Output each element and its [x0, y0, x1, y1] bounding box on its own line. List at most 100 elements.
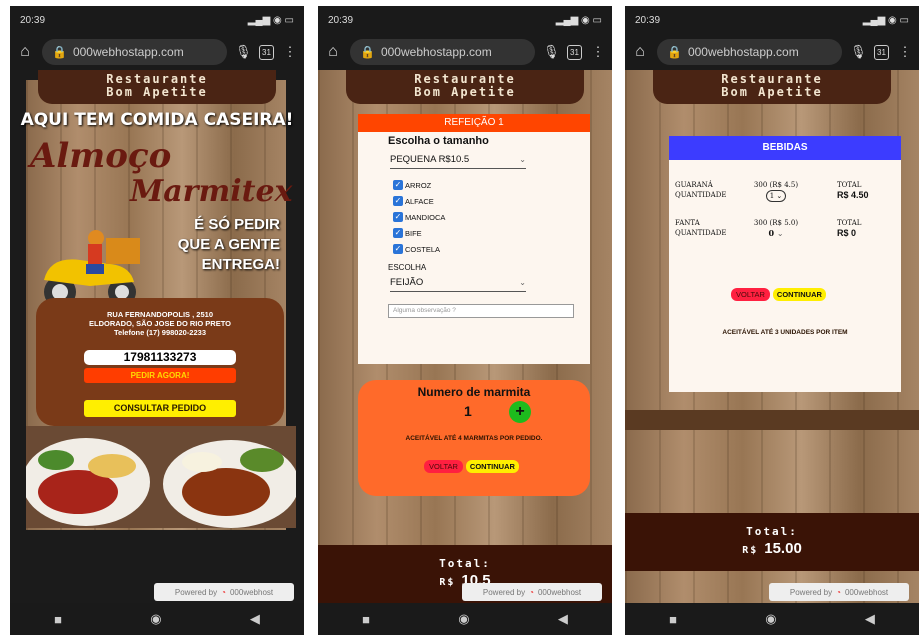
choice-value: FEIJÃO: [390, 277, 424, 288]
signal-icons: ▂▄▆ ◉ ▭: [555, 14, 602, 26]
address-bar[interactable]: 🔒 000webhostapp.com: [42, 39, 227, 65]
menu-icon[interactable]: ⋮: [590, 44, 606, 60]
address-line1: RUA FERNANDOPOLIS , 2510: [107, 310, 213, 319]
address-bar[interactable]: 🔒 000webhostapp.com: [350, 39, 535, 65]
address-block: RUA FERNANDOPOLIS , 2510 ELDORADO, SÃO J…: [36, 298, 284, 337]
plus-button[interactable]: +: [509, 401, 531, 423]
option-label: ARROZ: [405, 180, 432, 190]
continue-button[interactable]: CONTINUAR: [465, 460, 519, 473]
home-circle-icon[interactable]: ◉: [765, 611, 776, 627]
total-label: TOTAL: [837, 219, 862, 227]
option-label: COSTELA: [405, 244, 441, 254]
recents-icon[interactable]: ■: [362, 612, 370, 627]
phone-number-input[interactable]: 17981133273: [84, 350, 236, 365]
consult-order-button[interactable]: CONSULTAR PEDIDO: [84, 400, 236, 417]
webhost-logo-icon: ◔: [221, 587, 226, 597]
slogan-line3: ENTREGA!: [201, 256, 280, 273]
total-value: 15.00: [764, 540, 802, 557]
back-icon[interactable]: ◀: [558, 611, 568, 627]
powered-brand: 000webhost: [229, 587, 274, 597]
restaurant-title: Restaurante Bom Apetite: [346, 70, 584, 104]
quantity-select[interactable]: 1 ⌄: [765, 190, 787, 202]
tabs-icon[interactable]: 31: [567, 44, 582, 60]
drink-total-cell: TOTAL R$ 0: [837, 218, 861, 238]
option-checkbox[interactable]: ✓ COSTELA: [358, 241, 590, 257]
microphone-icon[interactable]: 🎙: [850, 44, 867, 60]
script-marmitex: Marmitex: [130, 174, 293, 209]
back-icon[interactable]: ◀: [865, 611, 875, 627]
drink-total: R$ 4.50: [837, 190, 869, 200]
menu-icon[interactable]: ⋮: [897, 44, 913, 60]
meal-header: REFEIÇÃO 1: [358, 114, 590, 132]
phone-screen-meal: 20:39 ▂▄▆ ◉ ▭ ⌂ 🔒 000webhostapp.com 🎙 31…: [318, 6, 612, 635]
home-circle-icon[interactable]: ◉: [150, 611, 161, 627]
home-icon[interactable]: ⌂: [631, 43, 649, 61]
tabs-icon[interactable]: 31: [259, 44, 274, 60]
total-bar: Total: R$ 15.00: [625, 513, 919, 571]
observation-input[interactable]: Alguma observação ?: [388, 304, 574, 318]
menu-icon[interactable]: ⋮: [282, 44, 298, 60]
back-icon[interactable]: ◀: [250, 611, 260, 627]
option-checkbox[interactable]: ✓ ALFACE: [358, 193, 590, 209]
home-icon[interactable]: ⌂: [324, 43, 342, 61]
powered-by-badge[interactable]: Powered by ◔ 000webhost: [462, 583, 602, 601]
total-label: Total:: [746, 525, 798, 538]
wood-shelf: [625, 410, 919, 430]
drink-row-guarana: GUARANÁ QUANTIDADE 300 (R$ 4.5) 1 ⌄ TOTAL R…: [669, 180, 901, 204]
status-bar: 20:39 ▂▄▆ ◉ ▭: [10, 6, 304, 34]
back-button[interactable]: VOLTAR: [731, 288, 770, 301]
checkbox-checked-icon: ✓: [393, 180, 403, 190]
option-label: ALFACE: [405, 196, 434, 206]
powered-by-badge[interactable]: Powered by ◔ 000webhost: [769, 583, 909, 601]
browser-toolbar: ⌂ 🔒 000webhostapp.com 🎙 31 ⋮: [10, 34, 304, 70]
quantity-select[interactable]: 0 ⌄: [768, 228, 783, 238]
currency-label: R$: [742, 545, 759, 556]
phone-line: Telefone (17) 998020-2233: [114, 328, 206, 337]
android-nav-bar: ■ ◉ ◀: [10, 603, 304, 635]
browser-toolbar: ⌂ 🔒 000webhostapp.com 🎙 31 ⋮: [318, 34, 612, 70]
drinks-header: BEBIDAS: [669, 136, 901, 160]
continue-button[interactable]: CONTINUAR: [772, 288, 826, 301]
drink-price: 300 (R$ 4.5): [753, 181, 799, 189]
checkbox-checked-icon: ✓: [393, 228, 403, 238]
option-checkbox[interactable]: ✓ ARROZ: [358, 177, 590, 193]
home-icon[interactable]: ⌂: [16, 43, 34, 61]
currency-label: R$: [439, 577, 456, 588]
order-now-button[interactable]: PEDIR AGORA!: [84, 368, 236, 383]
drink-total: R$ 0: [837, 228, 857, 238]
url-text: 000webhostapp.com: [687, 45, 799, 59]
address-bar[interactable]: 🔒 000webhostapp.com: [657, 39, 842, 65]
powered-brand: 000webhost: [844, 587, 889, 597]
option-checkbox[interactable]: ✓ BIFE: [358, 225, 590, 241]
chevron-down-icon: ⌄: [519, 278, 526, 287]
slogan: É SÓ PEDIR QUE A GENTE ENTREGA!: [150, 215, 280, 275]
page-content: Restaurante Bom Apetite AQUI TEM COMIDA …: [10, 70, 304, 603]
microphone-icon[interactable]: 🎙: [235, 44, 252, 60]
option-checkbox[interactable]: ✓ MANDIOCA: [358, 209, 590, 225]
quantity-row: 1 +: [358, 400, 590, 424]
powered-by-badge[interactable]: Powered by ◔ 000webhost: [154, 583, 294, 601]
action-buttons: VOLTAR CONTINUAR: [424, 460, 519, 473]
recents-icon[interactable]: ■: [54, 612, 62, 627]
back-button[interactable]: VOLTAR: [424, 460, 463, 473]
microphone-icon[interactable]: 🎙: [543, 44, 560, 60]
status-time: 20:39: [635, 14, 661, 26]
page-content: Restaurante Bom Apetite REFEIÇÃO 1 Escol…: [318, 70, 612, 603]
size-select[interactable]: PEQUENA R$10.5 ⌄: [390, 151, 526, 169]
drink-name-cell: FANTA QUANTIDADE: [675, 218, 726, 238]
quantity-value: 0: [768, 228, 775, 238]
drink-name: GUARANÁ: [675, 181, 713, 189]
drink-price-cell: 300 (R$ 4.5) 1 ⌄: [751, 180, 801, 202]
url-text: 000webhostapp.com: [380, 45, 492, 59]
choice-select[interactable]: FEIJÃO ⌄: [390, 274, 526, 292]
total-amount: R$ 15.00: [625, 538, 919, 557]
option-label: BIFE: [405, 228, 422, 238]
recents-icon[interactable]: ■: [669, 612, 677, 627]
drink-name-cell: GUARANÁ QUANTIDADE: [675, 180, 726, 200]
home-circle-icon[interactable]: ◉: [458, 611, 469, 627]
checkbox-checked-icon: ✓: [393, 212, 403, 222]
tabs-icon[interactable]: 31: [874, 44, 889, 60]
quantity-note: ACEITÁVEL ATÉ 4 MARMITAS POR PEDIDO.: [405, 435, 543, 442]
drink-total-cell: TOTAL R$ 4.50: [837, 180, 869, 200]
quantity-label: QUANTIDADE: [675, 191, 727, 199]
